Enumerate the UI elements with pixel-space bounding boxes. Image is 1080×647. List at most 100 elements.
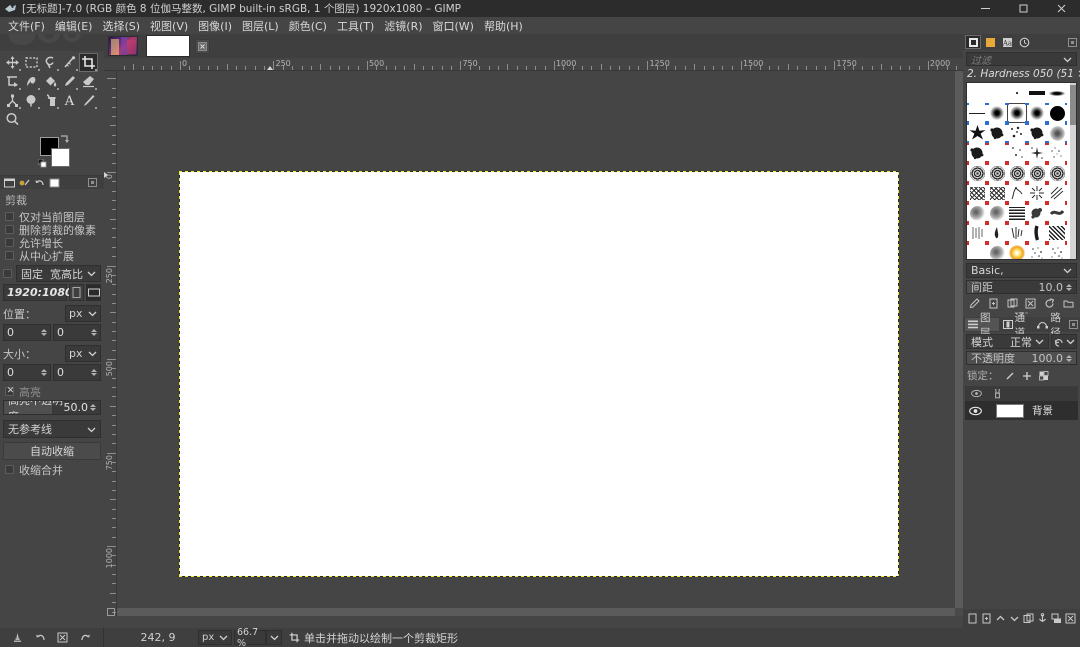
- aspect-ratio-input[interactable]: 1920:1080: [3, 284, 67, 301]
- lock-position-icon[interactable]: [1022, 370, 1033, 381]
- brushes-tab[interactable]: [965, 35, 981, 49]
- menu-windows[interactable]: 窗口(W): [428, 17, 479, 35]
- lock-alpha-icon[interactable]: [1039, 370, 1050, 381]
- undo-icon[interactable]: [34, 632, 46, 644]
- brush-cell[interactable]: [967, 123, 987, 143]
- zoom-level-input[interactable]: 66.7 %: [234, 630, 266, 645]
- brush-cell[interactable]: [1007, 183, 1027, 203]
- close-button[interactable]: [1042, 0, 1080, 17]
- menu-edit[interactable]: 编辑(E): [50, 17, 98, 35]
- brush-cell[interactable]: [987, 203, 1007, 223]
- option-shrink-merged[interactable]: 收缩合并: [5, 463, 101, 476]
- navigation-icon[interactable]: [955, 608, 963, 616]
- dock-menu-icon[interactable]: [86, 177, 99, 189]
- image-thumb-tab-2-active[interactable]: [146, 35, 190, 57]
- swap-arrow-icon[interactable]: [60, 135, 69, 144]
- anchor-layer-icon[interactable]: [1036, 613, 1048, 625]
- brush-cell[interactable]: [1027, 163, 1047, 183]
- brush-cell[interactable]: [987, 243, 1007, 260]
- brush-cell[interactable]: [1007, 163, 1027, 183]
- brush-cell[interactable]: [1027, 143, 1047, 163]
- tool-options-icon[interactable]: [3, 177, 16, 189]
- canvas-vertical-scrollbar[interactable]: [955, 71, 963, 616]
- size-width-input[interactable]: 0: [3, 364, 51, 381]
- brush-cell[interactable]: [1047, 223, 1067, 243]
- brush-cell[interactable]: [1047, 203, 1067, 223]
- brush-cell[interactable]: [987, 123, 1007, 143]
- image-thumb-tab-1[interactable]: [108, 36, 138, 56]
- clone-tool[interactable]: [41, 91, 60, 110]
- menu-help[interactable]: 帮助(H): [479, 17, 528, 35]
- raise-layer-icon[interactable]: [995, 613, 1007, 625]
- brush-cell[interactable]: [1047, 103, 1067, 123]
- layer-opacity-slider[interactable]: 不透明度 100.0: [966, 351, 1077, 365]
- dock-menu-icon[interactable]: [1067, 37, 1078, 48]
- status-unit-combo[interactable]: px: [198, 630, 232, 645]
- brush-filter-input[interactable]: 过滤: [966, 52, 1077, 66]
- new-brush-icon[interactable]: [986, 297, 1000, 310]
- brush-cell[interactable]: [1007, 203, 1027, 223]
- size-unit-combo[interactable]: px: [65, 345, 101, 362]
- image-canvas[interactable]: [180, 172, 898, 576]
- brush-icon[interactable]: [18, 177, 31, 189]
- brush-grid[interactable]: [966, 82, 1077, 260]
- layer-list[interactable]: 背景: [965, 386, 1078, 420]
- brush-cell[interactable]: [967, 163, 987, 183]
- option-expand-from-center[interactable]: 从中心扩展: [5, 249, 101, 262]
- delete-layer-icon[interactable]: [1064, 613, 1076, 625]
- brush-cell[interactable]: [967, 143, 987, 163]
- refresh-brushes-icon[interactable]: [1043, 297, 1057, 310]
- position-x-input[interactable]: 0: [3, 324, 51, 341]
- brush-cell[interactable]: [1027, 223, 1047, 243]
- patterns-tab[interactable]: [982, 35, 998, 49]
- layer-visibility-icon[interactable]: [969, 404, 982, 417]
- landscape-orientation-button[interactable]: [86, 284, 101, 301]
- spinner-arrows[interactable]: [40, 329, 47, 336]
- horizontal-ruler[interactable]: 025050075010001250150017502000: [104, 58, 963, 71]
- error-console-icon[interactable]: [57, 632, 69, 644]
- spinner-arrows[interactable]: [90, 404, 96, 411]
- quick-mask-icon[interactable]: [104, 608, 117, 616]
- delete-brush-icon[interactable]: [1024, 297, 1038, 310]
- table-row[interactable]: 背景: [965, 401, 1078, 420]
- maximize-button[interactable]: [1004, 0, 1042, 17]
- paths-tool[interactable]: [3, 91, 22, 110]
- menu-file[interactable]: 文件(F): [3, 17, 50, 35]
- checkbox[interactable]: [5, 465, 14, 474]
- checkbox[interactable]: [5, 238, 14, 247]
- menu-image[interactable]: 图像(I): [193, 17, 237, 35]
- brush-cell[interactable]: [967, 223, 987, 243]
- brush-cell[interactable]: [987, 103, 1007, 123]
- brush-cell[interactable]: [1047, 243, 1067, 260]
- rectangle-select-tool[interactable]: [22, 53, 41, 72]
- brush-cell[interactable]: [967, 83, 987, 103]
- brush-cell[interactable]: [1047, 183, 1067, 203]
- menu-colors[interactable]: 颜色(C): [284, 17, 332, 35]
- free-select-tool[interactable]: [41, 53, 60, 72]
- brush-cell[interactable]: [1007, 243, 1027, 260]
- spinner-arrows[interactable]: [1065, 284, 1072, 291]
- fixed-checkbox[interactable]: [3, 269, 12, 278]
- transform-tool[interactable]: [3, 72, 22, 91]
- redo-icon[interactable]: [80, 632, 92, 644]
- new-layer-icon[interactable]: [967, 613, 979, 625]
- guides-combo[interactable]: 无参考线: [3, 420, 101, 438]
- brush-cell[interactable]: [1027, 243, 1047, 260]
- brush-cell[interactable]: [987, 183, 1007, 203]
- layer-mode-combo[interactable]: 模式 正常: [966, 334, 1049, 349]
- tab-layers[interactable]: 图层: [965, 318, 999, 331]
- menu-select[interactable]: 选择(S): [97, 17, 145, 35]
- paintbrush-tool[interactable]: [60, 72, 79, 91]
- spinner-arrows[interactable]: [1065, 355, 1072, 362]
- position-y-input[interactable]: 0: [53, 324, 101, 341]
- move-tool[interactable]: [3, 53, 22, 72]
- brush-cell[interactable]: [1027, 203, 1047, 223]
- eraser-tool[interactable]: [79, 72, 98, 91]
- lock-pixels-icon[interactable]: [1005, 370, 1016, 381]
- brush-cell[interactable]: [1047, 123, 1067, 143]
- checkbox[interactable]: [5, 212, 14, 221]
- background-color-swatch[interactable]: [51, 148, 70, 167]
- brush-cell[interactable]: [1007, 83, 1027, 103]
- pencil-tool[interactable]: [79, 91, 98, 110]
- highlight-opacity-slider[interactable]: 高亮不透明度 50.0: [3, 400, 101, 415]
